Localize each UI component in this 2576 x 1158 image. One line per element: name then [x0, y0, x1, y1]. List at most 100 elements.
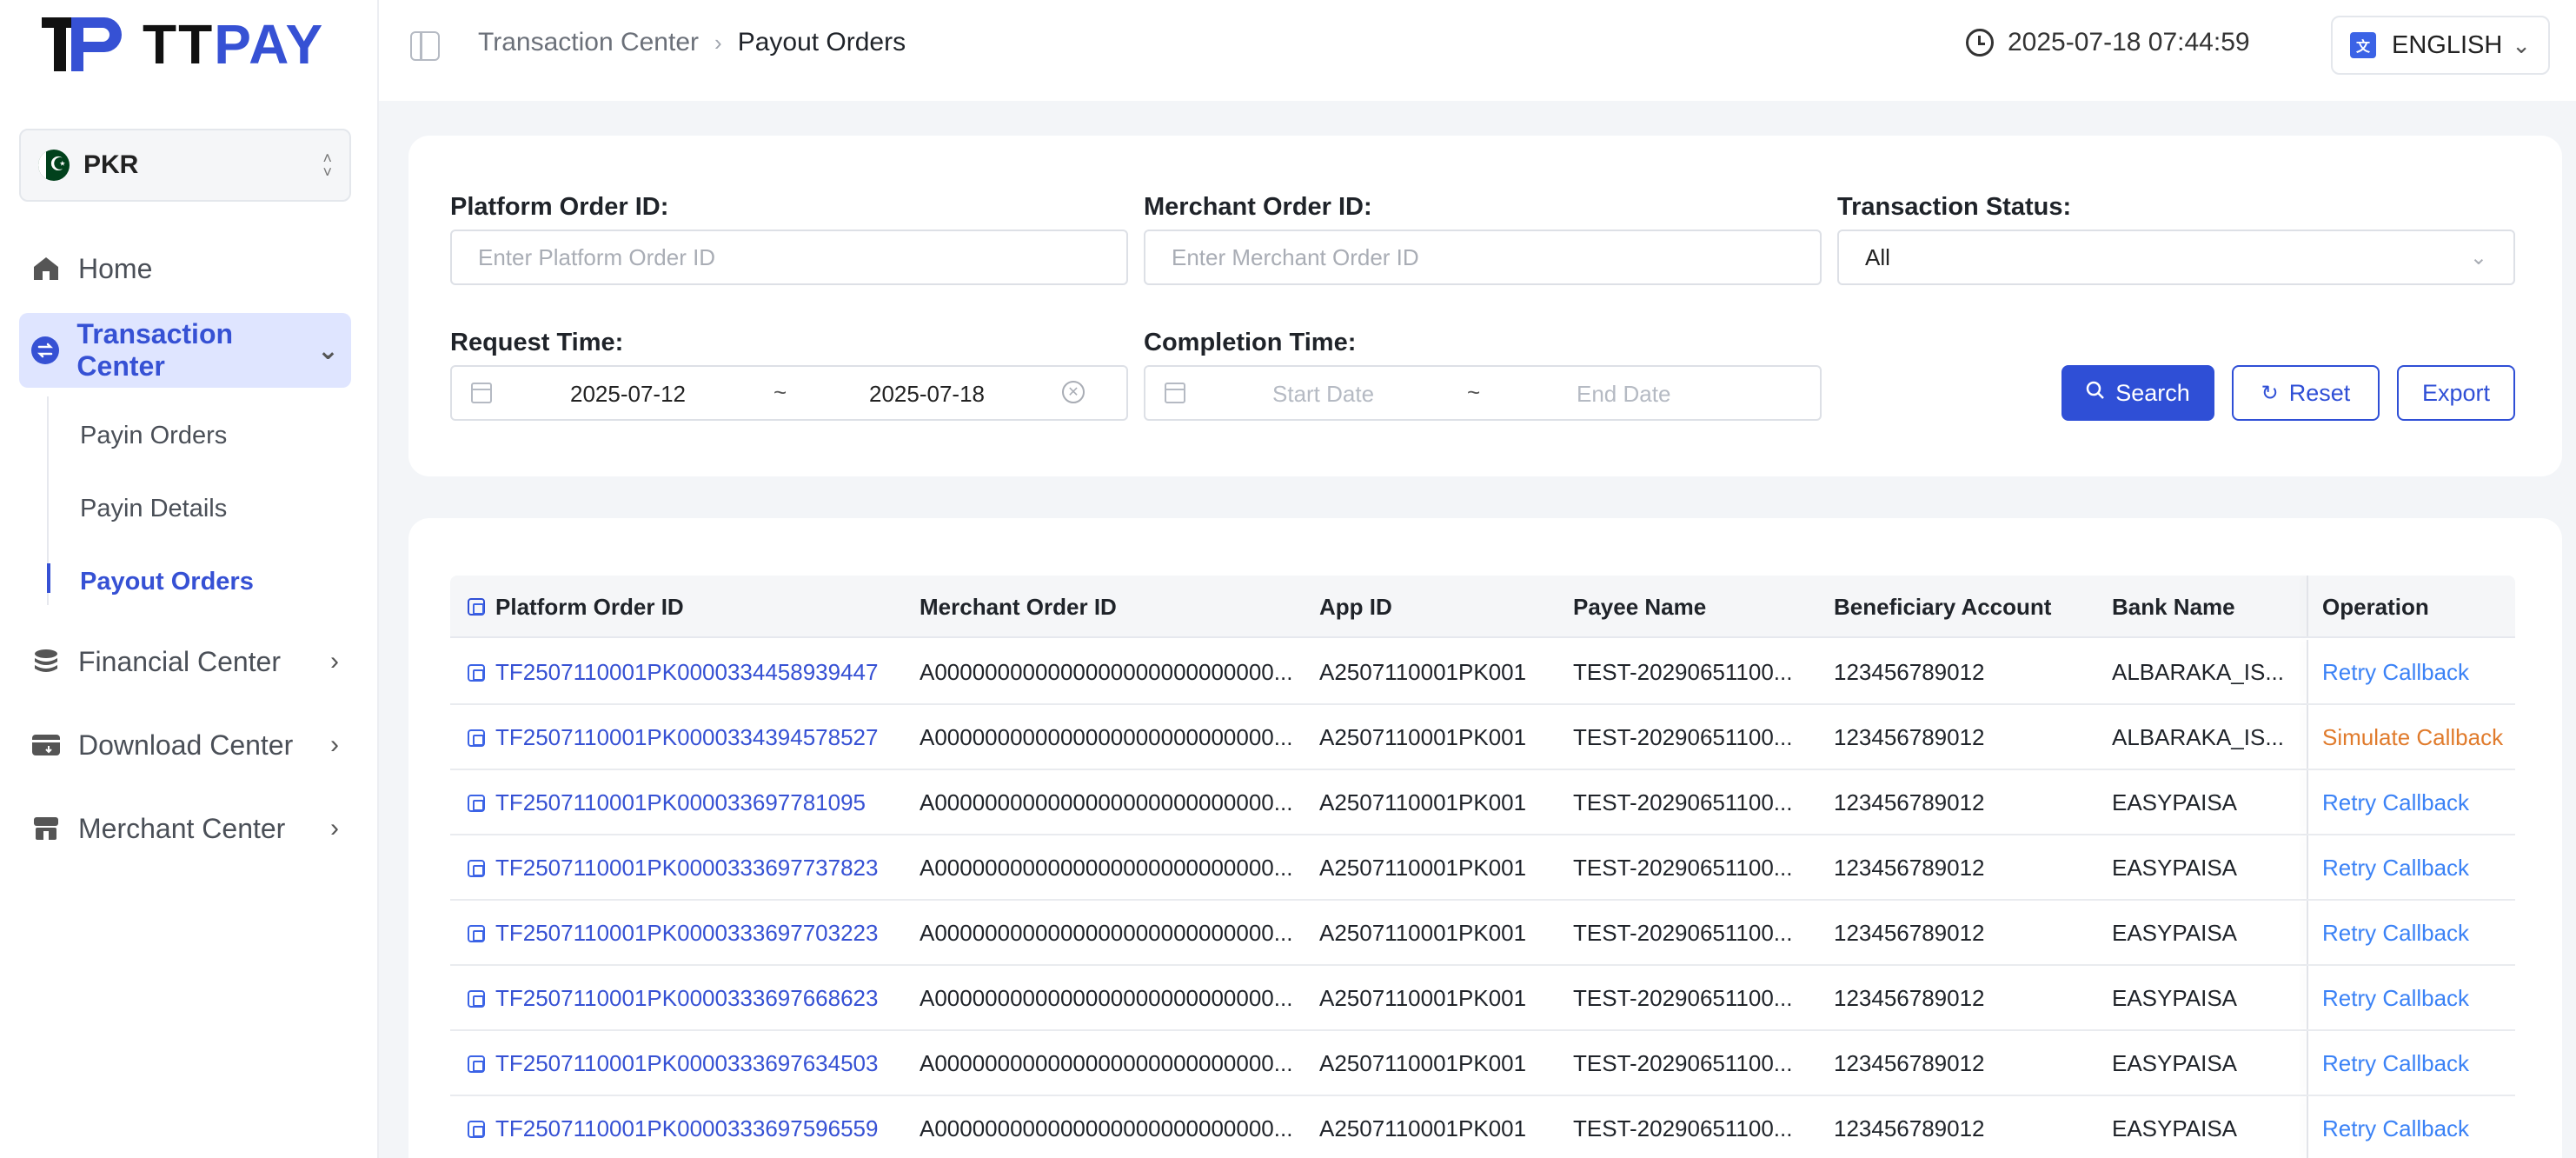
merchant-order-id-input[interactable]: Enter Merchant Order ID [1144, 230, 1822, 285]
transfer-icon [31, 336, 60, 365]
nav-item-download-center[interactable]: Download Center › [19, 708, 351, 782]
sidebar-toggle-icon[interactable] [410, 31, 440, 61]
request-end-date[interactable]: 2025-07-18 [869, 381, 985, 408]
sidebar: TTPAY ☪ PKR ˄ ˅ Home Transaction Center ⌄… [0, 0, 379, 1158]
chevron-right-icon: › [714, 29, 722, 56]
app-id-cell: A2507110001PK001 [1319, 789, 1527, 815]
copy-icon[interactable] [468, 729, 485, 747]
platform-order-id-text[interactable]: TF2507110001PK0000333697737823 [495, 855, 878, 882]
nav-item-transaction-center-label: Transaction Center [76, 318, 234, 382]
copy-icon[interactable] [468, 1055, 485, 1073]
reset-button[interactable]: ↻ Reset [2232, 365, 2380, 421]
operation-cell: Retry Callback [2322, 835, 2469, 901]
fixed-column-divider [2307, 1031, 2308, 1095]
platform-order-id-cell[interactable]: TF2507110001PK0000333697596559 [468, 1096, 878, 1158]
sub-item-payin-details[interactable]: Payin Details [80, 487, 227, 530]
platform-order-id-label: Platform Order ID: [450, 193, 669, 221]
merchant-order-id-cell: A000000000000000000000000000... [920, 985, 1293, 1011]
breadcrumb-parent[interactable]: Transaction Center [478, 28, 699, 57]
operation-cell: Retry Callback [2322, 901, 2469, 966]
column-header-app-id: App ID [1319, 593, 1392, 620]
payee-name-cell: TEST-20290651100... [1573, 724, 1793, 750]
platform-order-id-cell[interactable]: TF2507110001PK0000333697668623 [468, 966, 878, 1031]
platform-order-id-cell[interactable]: TF2507110001PK0000333697737823 [468, 835, 878, 901]
retry-callback-link[interactable]: Retry Callback [2322, 1115, 2469, 1142]
retry-callback-link[interactable]: Retry Callback [2322, 855, 2469, 882]
simulate-callback-link[interactable]: Simulate Callback [2322, 724, 2503, 751]
fixed-column-divider [2307, 770, 2308, 834]
sub-item-payout-orders[interactable]: Payout Orders [80, 560, 254, 603]
table-row: TF2507110001PK0000334394578527 A000000000… [450, 705, 2515, 770]
beneficiary-account-cell: 123456789012 [1834, 920, 1985, 946]
app-id-cell: A2507110001PK001 [1319, 920, 1527, 946]
completion-start-placeholder[interactable]: Start Date [1272, 381, 1374, 408]
fixed-column-divider [2307, 1096, 2308, 1158]
merchant-order-id-cell: A000000000000000000000000000... [920, 724, 1293, 750]
platform-order-id-text[interactable]: TF2507110001PK0000334394578527 [495, 724, 878, 751]
payee-name-cell: TEST-20290651100... [1573, 659, 1793, 685]
operation-cell: Simulate Callback [2322, 705, 2503, 770]
copy-icon[interactable] [468, 1120, 485, 1138]
currency-selector[interactable]: ☪ PKR ˄ ˅ [19, 129, 351, 202]
payee-name-cell: TEST-20290651100... [1573, 1115, 1793, 1141]
platform-order-id-cell[interactable]: TF2507110001PK0000333697634503 [468, 1031, 878, 1096]
completion-time-range[interactable]: Start Date ~ End Date [1144, 365, 1822, 421]
payee-name-cell: TEST-20290651100... [1573, 1050, 1793, 1076]
copy-icon[interactable] [468, 989, 485, 1008]
retry-callback-link[interactable]: Retry Callback [2322, 920, 2469, 947]
app-id-cell: A2507110001PK001 [1319, 1115, 1527, 1141]
platform-order-id-text[interactable]: TF2507110001PK0000333697596559 [495, 1115, 878, 1142]
beneficiary-account-cell: 123456789012 [1834, 659, 1985, 685]
current-time: 2025-07-18 07:44:59 [1966, 28, 2250, 57]
request-time-range[interactable]: 2025-07-12 ~ 2025-07-18 ✕ [450, 365, 1128, 421]
breadcrumb-current: Payout Orders [737, 28, 906, 57]
completion-end-placeholder[interactable]: End Date [1577, 381, 1670, 408]
nav-item-financial-center-label: Financial Center [78, 645, 281, 677]
copy-icon[interactable] [468, 859, 485, 877]
table-row: TF2507110001PK0000333697634503 A000000000… [450, 1031, 2515, 1096]
app-id-cell: A2507110001PK001 [1319, 724, 1527, 750]
retry-callback-link[interactable]: Retry Callback [2322, 985, 2469, 1012]
nav-item-home[interactable]: Home [19, 231, 351, 306]
transaction-status-select[interactable]: All ⌄ [1837, 230, 2515, 285]
search-button[interactable]: Search [2061, 365, 2214, 421]
platform-order-id-input[interactable]: Enter Platform Order ID [450, 230, 1128, 285]
nav-item-merchant-center[interactable]: Merchant Center › [19, 791, 351, 866]
copy-icon[interactable] [468, 663, 485, 682]
request-start-date[interactable]: 2025-07-12 [570, 381, 686, 408]
sub-item-payin-orders[interactable]: Payin Orders [80, 414, 227, 457]
column-header-merchant-order-id: Merchant Order ID [920, 593, 1117, 620]
retry-callback-link[interactable]: Retry Callback [2322, 659, 2469, 686]
beneficiary-account-cell: 123456789012 [1834, 724, 1985, 750]
translate-icon: 文 [2350, 32, 2376, 58]
merchant-order-id-cell: A000000000000000000000000000... [920, 855, 1293, 881]
copy-icon[interactable] [468, 794, 485, 812]
retry-callback-link[interactable]: Retry Callback [2322, 789, 2469, 816]
nav-item-financial-center[interactable]: Financial Center › [19, 624, 351, 699]
merchant-order-id-cell: A000000000000000000000000000... [920, 1115, 1293, 1141]
language-selector[interactable]: 文 ENGLISH ⌄ [2331, 16, 2550, 75]
ttpay-logo[interactable]: TTPAY [42, 16, 324, 73]
nav-item-transaction-center[interactable]: Transaction Center ⌄ [19, 313, 351, 388]
clear-icon[interactable]: ✕ [1062, 381, 1085, 403]
app-id-cell: A2507110001PK001 [1319, 659, 1527, 685]
platform-order-id-text[interactable]: TF2507110001PK0000334458939447 [495, 659, 878, 686]
platform-order-id-cell[interactable]: TF2507110001PK0000334458939447 [468, 640, 878, 705]
operation-cell: Retry Callback [2322, 640, 2469, 705]
retry-callback-link[interactable]: Retry Callback [2322, 1050, 2469, 1077]
bank-name-cell: EASYPAISA [2112, 855, 2238, 881]
export-button[interactable]: Export [2397, 365, 2515, 421]
platform-order-id-text[interactable]: TF2507110001PK0000333697634503 [495, 1050, 878, 1077]
copy-icon[interactable] [468, 598, 485, 616]
fixed-column-divider [2307, 705, 2308, 769]
platform-order-id-text[interactable]: TF2507110001PK0000333697703223 [495, 920, 878, 947]
copy-icon[interactable] [468, 924, 485, 942]
language-label: ENGLISH [2392, 30, 2503, 59]
platform-order-id-cell[interactable]: TF2507110001PK0000334394578527 [468, 705, 878, 770]
platform-order-id-text[interactable]: TF2507110001PK000033697781095 [495, 789, 866, 816]
app-id-cell: A2507110001PK001 [1319, 1050, 1527, 1076]
brand-name-part2: PAY [214, 13, 325, 76]
platform-order-id-cell[interactable]: TF2507110001PK000033697781095 [468, 770, 866, 835]
platform-order-id-text[interactable]: TF2507110001PK0000333697668623 [495, 985, 878, 1012]
platform-order-id-cell[interactable]: TF2507110001PK0000333697703223 [468, 901, 878, 966]
